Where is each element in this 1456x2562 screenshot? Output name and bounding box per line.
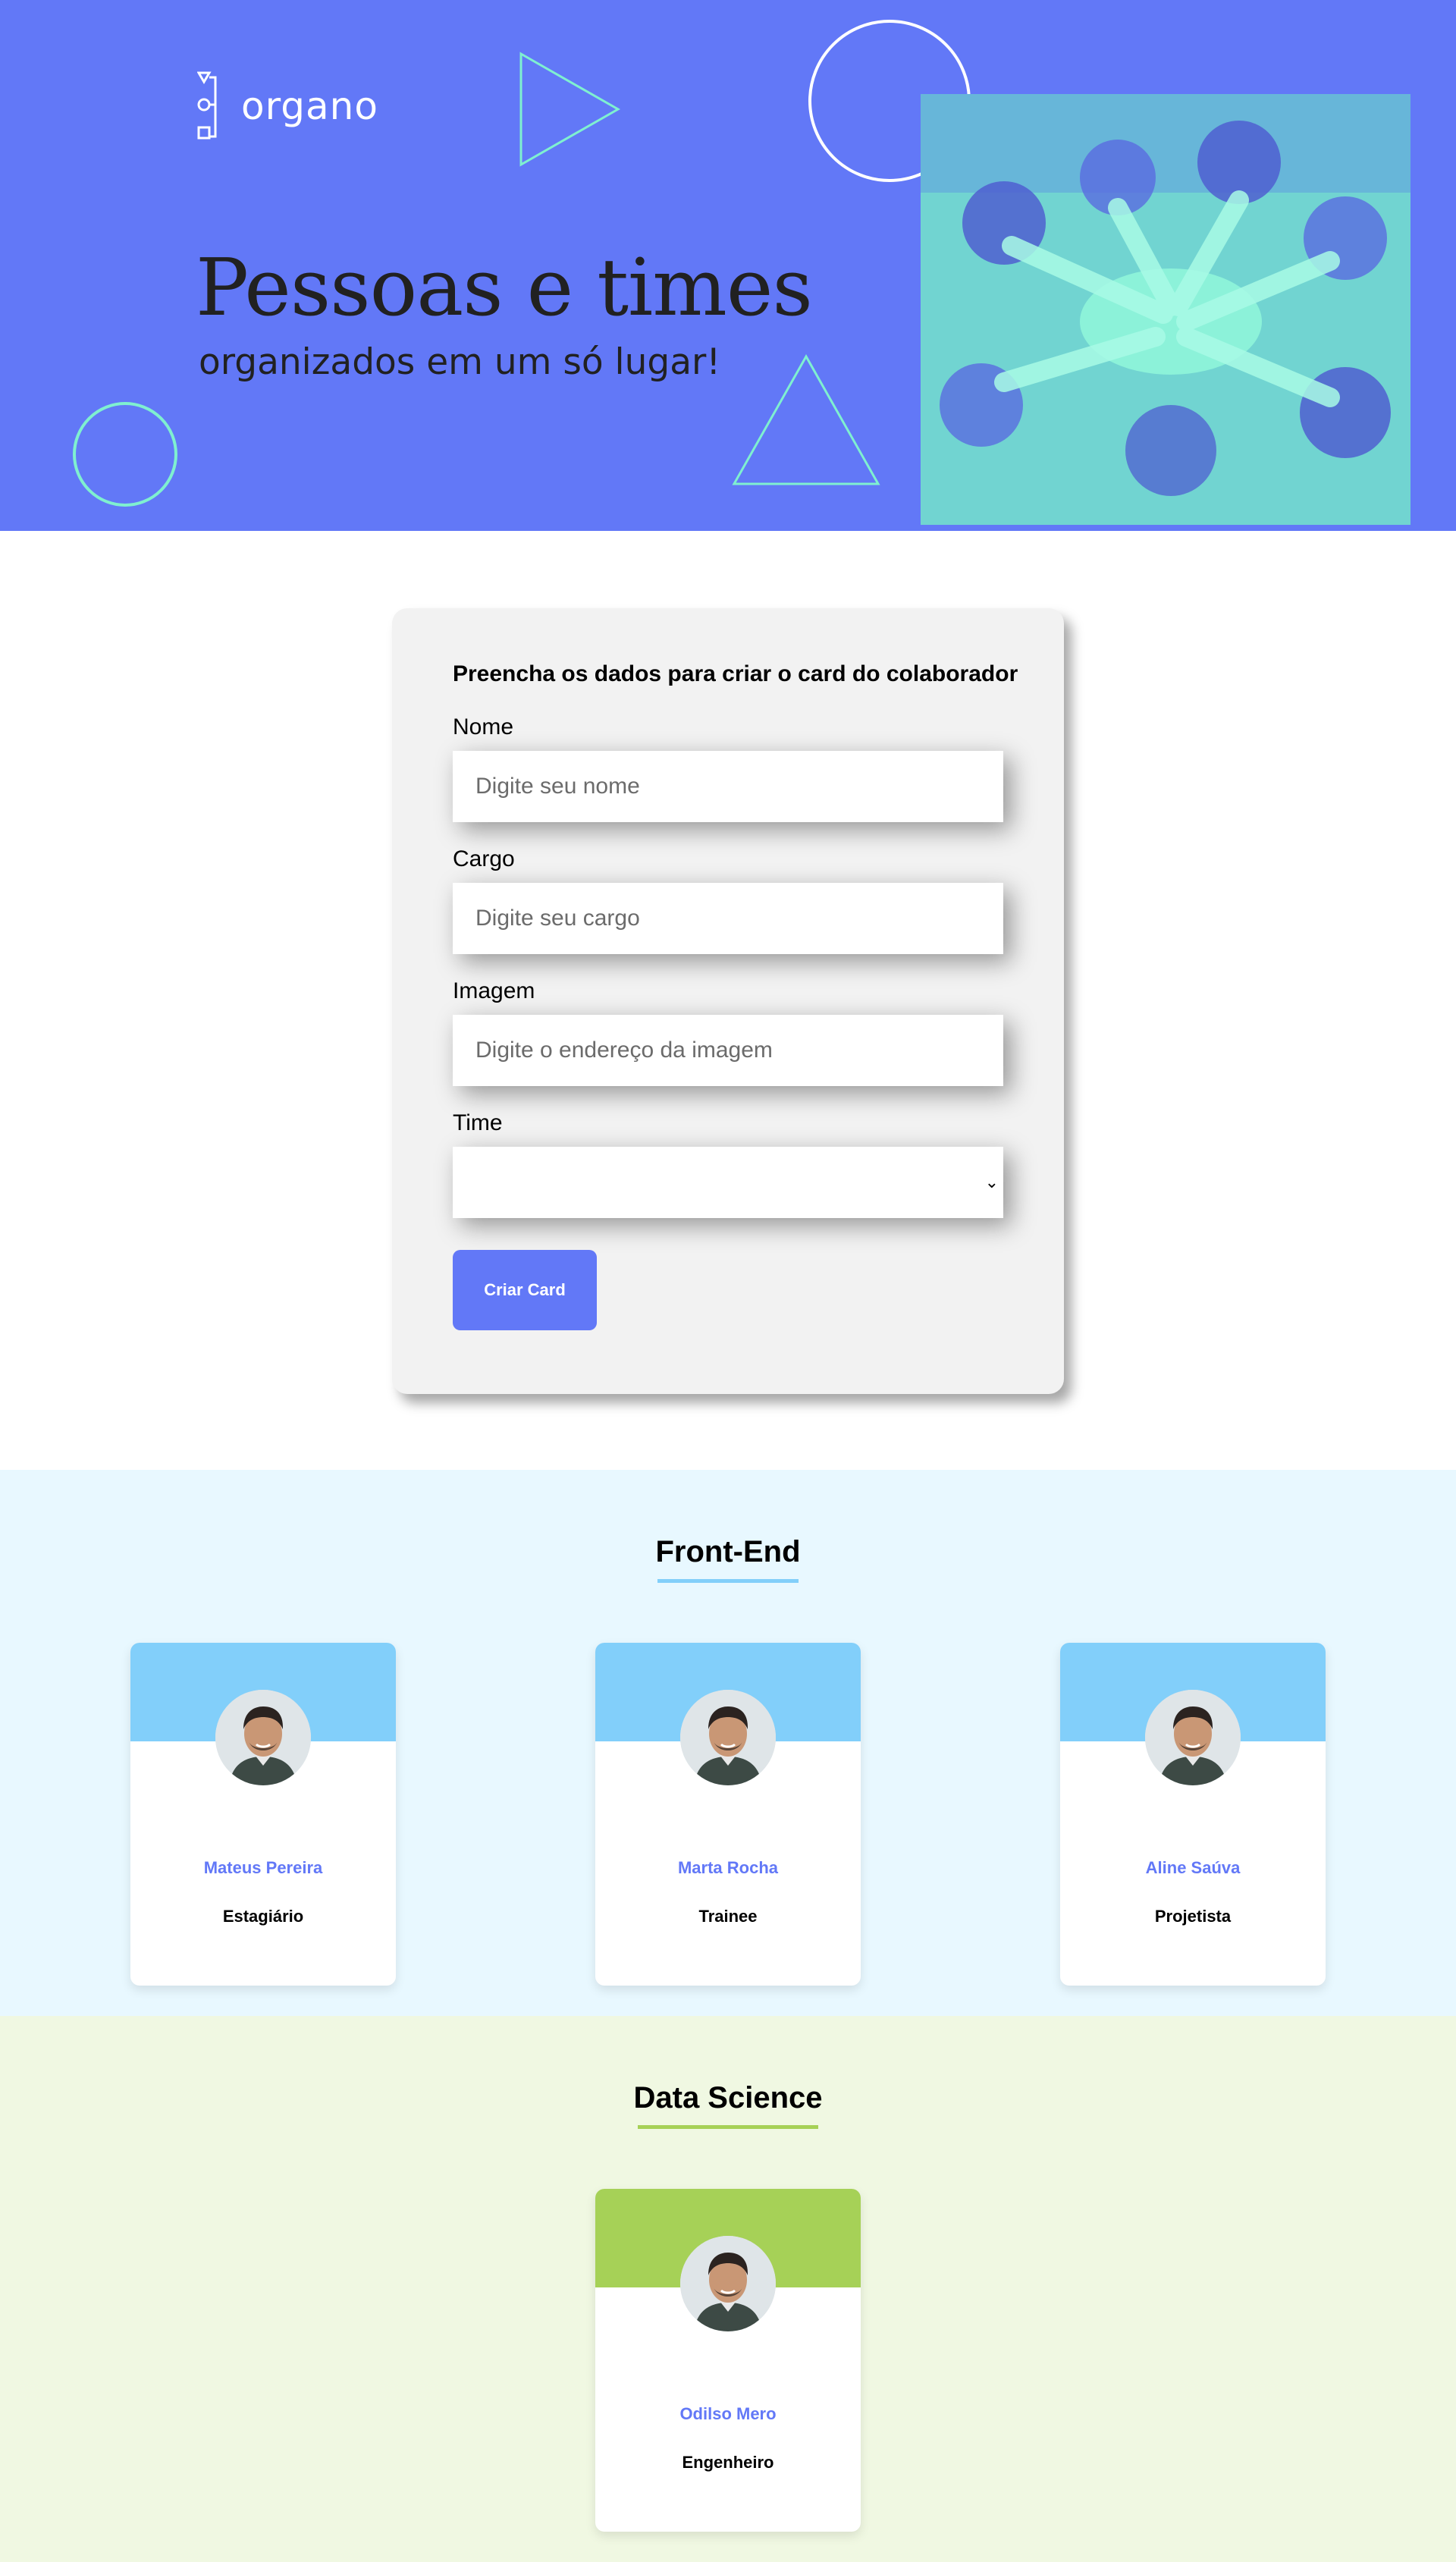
avatar bbox=[680, 1690, 776, 1785]
team-title: Front-End bbox=[655, 1535, 801, 1568]
organo-logo[interactable]: organo bbox=[197, 71, 378, 141]
hero-banner: organo Pessoas e times organizados em um… bbox=[0, 0, 1456, 531]
member-name: Odilso Mero bbox=[679, 2404, 777, 2423]
avatar bbox=[680, 2236, 776, 2331]
avatar bbox=[1145, 1690, 1241, 1785]
team-photo-illustration bbox=[921, 94, 1410, 528]
role-label: Cargo bbox=[453, 846, 515, 871]
team-hands-photo bbox=[921, 94, 1410, 528]
name-label: Nome bbox=[453, 714, 514, 739]
person-avatar-illustration bbox=[1145, 1690, 1241, 1785]
triangle-outline-icon bbox=[732, 353, 880, 485]
member-name: Marta Rocha bbox=[677, 1858, 779, 1877]
hero-subtitle: organizados em um só lugar! bbox=[199, 341, 721, 383]
image-url-input[interactable]: Digite o endereço da imagem bbox=[453, 1015, 1003, 1086]
image-input-placeholder: Digite o endereço da imagem bbox=[475, 1038, 773, 1063]
logo-text: organo bbox=[241, 84, 378, 128]
team-title: Data Science bbox=[633, 2081, 823, 2115]
collaborator-form: Preencha os dados para criar o card do c… bbox=[392, 608, 1064, 1394]
create-card-button[interactable]: Criar Card bbox=[453, 1250, 597, 1330]
image-label: Imagem bbox=[453, 978, 535, 1003]
role-input-placeholder: Digite seu cargo bbox=[475, 906, 640, 931]
member-role: Estagiário bbox=[222, 1907, 304, 1926]
form-title: Preencha os dados para criar o card do c… bbox=[453, 661, 1018, 686]
circle-outline-icon bbox=[73, 402, 177, 507]
person-avatar-illustration bbox=[680, 2236, 776, 2331]
avatar bbox=[215, 1690, 311, 1785]
person-avatar-illustration bbox=[680, 1690, 776, 1785]
team-section-frontend: Front-End Mateus Pereira Estagiário Mart… bbox=[0, 1470, 1456, 2016]
team-select[interactable]: ⌄ bbox=[453, 1147, 1003, 1218]
member-card: Odilso Mero Engenheiro bbox=[595, 2189, 861, 2532]
member-role: Engenheiro bbox=[682, 2453, 774, 2472]
role-input[interactable]: Digite seu cargo bbox=[453, 883, 1003, 954]
hero-title: Pessoas e times bbox=[196, 241, 813, 334]
triangle-outline-icon bbox=[519, 52, 620, 167]
member-card: Marta Rocha Trainee bbox=[595, 1643, 861, 1986]
member-name: Mateus Pereira bbox=[203, 1858, 323, 1877]
member-card: Aline Saúva Projetista bbox=[1060, 1643, 1326, 1986]
person-avatar-illustration bbox=[215, 1690, 311, 1785]
member-role: Trainee bbox=[698, 1907, 758, 1926]
member-role: Projetista bbox=[1154, 1907, 1232, 1926]
team-section-data-science: Data Science Odilso Mero Engenheiro bbox=[0, 2016, 1456, 2562]
team-title-underline bbox=[657, 1579, 799, 1583]
team-title-underline bbox=[638, 2125, 818, 2129]
chevron-down-icon: ⌄ bbox=[984, 1173, 999, 1192]
team-label: Time bbox=[453, 1110, 503, 1135]
name-input-placeholder: Digite seu nome bbox=[475, 774, 640, 799]
member-card: Mateus Pereira Estagiário bbox=[130, 1643, 396, 1986]
name-input[interactable]: Digite seu nome bbox=[453, 751, 1003, 822]
member-name: Aline Saúva bbox=[1145, 1858, 1241, 1877]
logo-mark-icon bbox=[197, 71, 217, 140]
